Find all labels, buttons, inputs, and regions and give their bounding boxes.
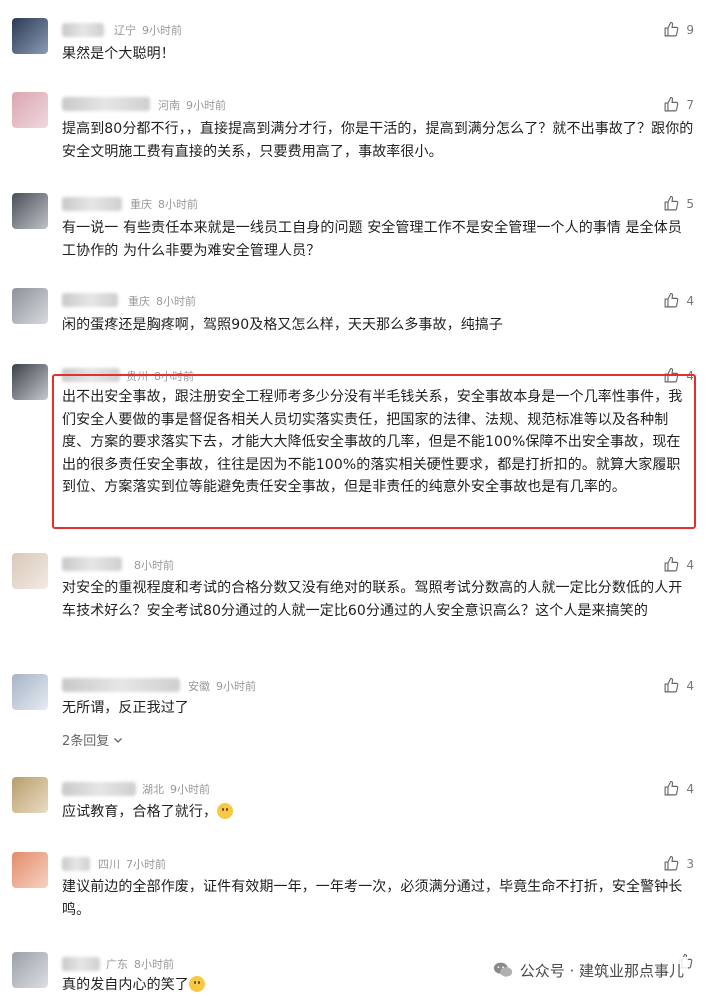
comment-text: 提高到80分都不行，，直接提高到满分才行，你是干活的，提高到满分怎么了？就不出事…: [62, 121, 694, 160]
comment-text-body: 真的发自内心的笑了: [62, 977, 189, 993]
username[interactable]: [62, 957, 100, 971]
like-count: 4: [686, 781, 694, 796]
timestamp: 7小时前: [126, 858, 166, 871]
comment-meta: 安徽 9小时前: [188, 678, 262, 694]
avatar[interactable]: [12, 364, 48, 400]
thumbs-up-icon: [664, 780, 679, 796]
like-count: 5: [686, 196, 694, 211]
location: 四川: [98, 858, 120, 871]
smile-emoji-icon: [188, 976, 205, 992]
username[interactable]: [62, 557, 122, 571]
comment-text: 无所谓，反正我过了: [62, 700, 189, 716]
replies-toggle[interactable]: 2条回复: [62, 730, 123, 749]
avatar[interactable]: [12, 92, 48, 128]
location: 安徽: [188, 680, 210, 693]
timestamp: 8小时前: [134, 958, 174, 971]
comment-text: 果然是个大聪明！: [62, 46, 175, 62]
comment-text: 有一说一 有些责任本来就是一线员工自身的问题 安全管理工作不是安全管理一个人的事…: [62, 220, 682, 259]
timestamp: 8小时前: [134, 559, 174, 572]
timestamp: 9小时前: [186, 99, 226, 112]
username[interactable]: [62, 23, 104, 37]
like-button[interactable]: 5: [663, 195, 694, 212]
comment-meta: 河南 9小时前: [158, 97, 232, 113]
like-button[interactable]: 4: [663, 556, 694, 573]
thumbs-up-icon: [664, 677, 679, 693]
watermark: 公众号 · 建筑业那点事儿: [487, 957, 688, 983]
comment-meta: 8小时前: [128, 557, 180, 573]
comment-meta: 四川 7小时前: [98, 856, 172, 872]
timestamp: 8小时前: [158, 198, 198, 211]
username[interactable]: [62, 197, 122, 211]
timestamp: 9小时前: [216, 680, 256, 693]
like-button[interactable]: 4: [663, 780, 694, 797]
avatar[interactable]: [12, 852, 48, 888]
comment-meta: 重庆 8小时前: [128, 293, 202, 309]
like-button[interactable]: 3: [663, 855, 694, 872]
comment-text: 闲的蛋疼还是胸疼啊，驾照90及格又怎么样，天天那么多事故，纯搞子: [62, 317, 504, 333]
like-button[interactable]: 7: [663, 96, 694, 113]
wechat-icon: [493, 962, 512, 977]
chevron-down-icon: [114, 738, 123, 743]
username[interactable]: [62, 293, 118, 307]
comment-meta: 湖北 9小时前: [142, 781, 216, 797]
thumbs-up-icon: [664, 292, 679, 308]
like-count: 7: [686, 97, 694, 112]
like-count: 3: [686, 856, 694, 871]
like-count: 4: [686, 557, 694, 572]
comment-meta: 辽宁 9小时前: [114, 22, 188, 38]
thumbs-up-icon: [664, 21, 679, 37]
username[interactable]: [62, 678, 180, 692]
avatar[interactable]: [12, 674, 48, 710]
like-count: 4: [686, 293, 694, 308]
like-button[interactable]: 4: [663, 677, 694, 694]
watermark-text: 公众号 · 建筑业那点事儿: [519, 961, 684, 980]
location: 湖北: [142, 783, 164, 796]
avatar[interactable]: [12, 777, 48, 813]
avatar[interactable]: [12, 553, 48, 589]
thumbs-up-icon: [664, 855, 679, 871]
highlight-box: [52, 374, 696, 529]
like-button[interactable]: 9: [663, 21, 694, 38]
thumbs-up-icon: [664, 556, 679, 572]
username[interactable]: [62, 857, 90, 871]
location: 广东: [106, 958, 128, 971]
timestamp: 9小时前: [170, 783, 210, 796]
like-count: 9: [686, 22, 694, 37]
avatar[interactable]: [12, 952, 48, 988]
thumbs-up-icon: [664, 96, 679, 112]
location: 河南: [158, 99, 180, 112]
comment-text: 建议前边的全部作废，证件有效期一年，一年考一次，必须满分通过，毕竟生命不打折，安…: [62, 879, 683, 918]
timestamp: 9小时前: [142, 24, 182, 37]
replies-count: 2条回复: [62, 734, 110, 749]
avatar[interactable]: [12, 288, 48, 324]
timestamp: 8小时前: [156, 295, 196, 308]
smile-emoji-icon: [217, 803, 234, 819]
avatar[interactable]: [12, 193, 48, 229]
username[interactable]: [62, 782, 136, 796]
username[interactable]: [62, 97, 150, 111]
like-button[interactable]: 4: [663, 292, 694, 309]
comment-text: 对安全的重视程度和考试的合格分数又没有绝对的联系。驾照考试分数高的人就一定比分数…: [62, 580, 683, 619]
location: 重庆: [128, 295, 150, 308]
like-count: 4: [686, 678, 694, 693]
comment-text-body: 应试教育，合格了就行，: [62, 804, 218, 820]
comment-text: 应试教育，合格了就行，: [62, 801, 694, 824]
comment-meta: 重庆 8小时前: [130, 196, 204, 212]
location: 辽宁: [114, 24, 136, 37]
thumbs-up-icon: [664, 195, 679, 211]
location: 重庆: [130, 198, 152, 211]
comment-meta: 广东 8小时前: [106, 956, 180, 972]
avatar[interactable]: [12, 18, 48, 54]
